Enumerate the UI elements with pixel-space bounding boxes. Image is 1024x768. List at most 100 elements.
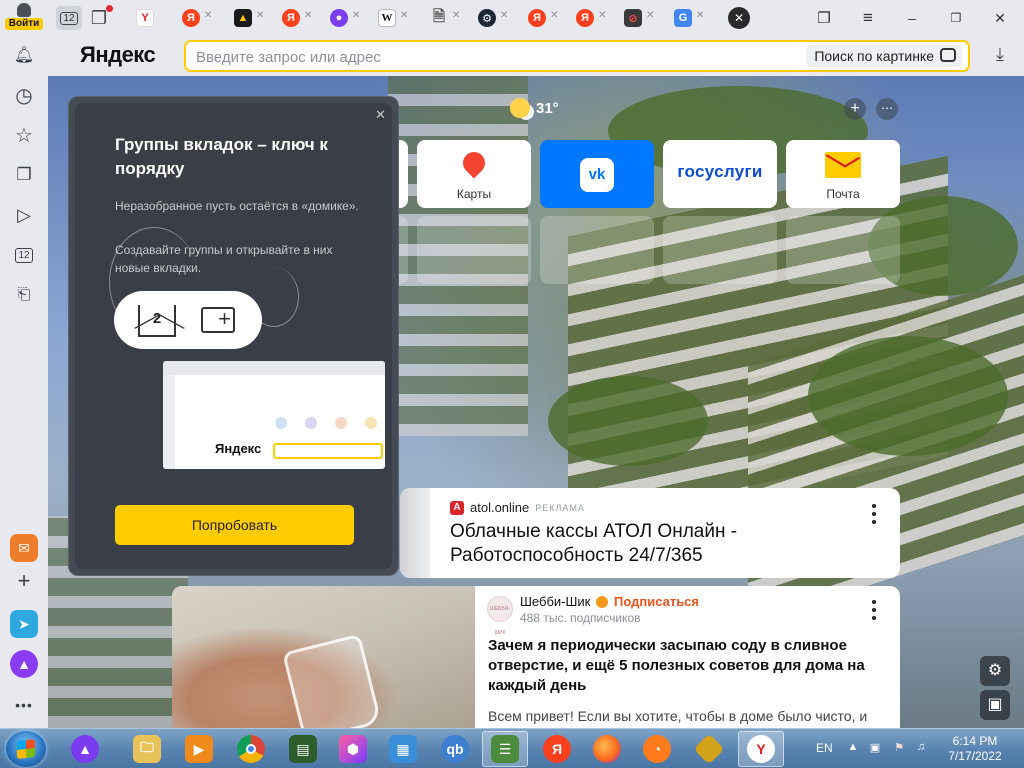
taskbar-network-app[interactable]: ☰	[482, 731, 528, 767]
gallery-image-icon[interactable]: ▣	[980, 690, 1010, 720]
ad-card[interactable]: A atol.online РЕКЛАМА Облачные кассы АТО…	[400, 488, 900, 578]
system-clock[interactable]: 6:14 PM 7/17/2022	[940, 734, 1010, 764]
address-row: Яндекс Поиск по картинке ⤓	[48, 36, 1024, 76]
start-button[interactable]	[6, 731, 46, 767]
screenshot-camera-icon[interactable]: ⎗	[9, 280, 39, 310]
tray-flag-icon[interactable]: ⚑	[892, 741, 906, 755]
bookmarks-star-icon[interactable]: ☆	[9, 120, 39, 150]
subscribe-button[interactable]: Подписаться	[614, 594, 699, 609]
promo-illustration-pill: 2 +	[114, 291, 262, 349]
taskbar-qbittorrent[interactable]: qb	[432, 731, 478, 767]
taskbar-firefox[interactable]	[584, 731, 630, 767]
tile-empty-slot[interactable]	[540, 216, 654, 284]
more-apps-icon[interactable]: •••	[9, 690, 39, 720]
notifications-bell-icon[interactable]: 🔔︎	[9, 40, 39, 70]
tile-empty-slot[interactable]	[417, 216, 531, 284]
image-search-button[interactable]: Поиск по картинке	[806, 45, 962, 67]
tray-network-icon[interactable]: ▣	[868, 741, 882, 755]
tab-google-translate[interactable]: G ✕	[672, 7, 704, 29]
settings-gear-icon[interactable]: ⚙	[980, 656, 1010, 686]
history-clock-icon[interactable]: ◷	[9, 80, 39, 110]
tab-alice[interactable]: ● ✕	[328, 7, 360, 29]
tab-bar: 12 ❐ Y Я ✕ ▲ ✕ Я ✕ ● ✕ W ✕ 🗎︎ ✕ ⚙ ✕ Я ✕ Я ✕ ⊘ ✕ G ✕…	[48, 0, 1024, 36]
minimize-icon[interactable]: –	[900, 6, 924, 30]
taskbar-yandex-browser[interactable]: Y	[738, 731, 784, 767]
yandex-icon: Я	[543, 735, 571, 763]
tile-empty-slot[interactable]	[786, 216, 900, 284]
add-tile-plus-icon[interactable]: +	[844, 98, 866, 120]
taskbar-chrome[interactable]	[228, 731, 274, 767]
taskbar-gem-app[interactable]: ⬢	[330, 731, 376, 767]
new-tab-group-icon[interactable]: ❐	[88, 5, 113, 29]
ad-title[interactable]: Облачные кассы АТОЛ Онлайн - Работоспосо…	[450, 520, 850, 568]
tray-volume-icon[interactable]: ♫	[914, 741, 928, 755]
language-indicator[interactable]: EN	[816, 741, 833, 755]
network-icon: ☰	[491, 735, 519, 763]
more-options-icon[interactable]: ⋯	[876, 98, 898, 120]
tab-yandex-3[interactable]: Я ✕	[280, 7, 312, 29]
messenger-app-icon[interactable]: ➤	[10, 610, 38, 638]
video-play-icon[interactable]: ▷	[9, 200, 39, 230]
atol-logo-icon: A	[450, 500, 464, 515]
taskbar-yandex[interactable]: Я	[534, 731, 580, 767]
preview-tile-dot	[305, 417, 317, 429]
yandex-logo[interactable]: Яндекс	[80, 42, 156, 68]
tab-document[interactable]: 🗎︎ ✕	[428, 7, 460, 29]
tab-yandex-2[interactable]: Я ✕	[180, 7, 212, 29]
channel-avatar[interactable]: ШЕББИ-ШИК	[487, 596, 513, 636]
tab-images[interactable]: ▲ ✕	[232, 7, 264, 29]
tabs-overview-icon[interactable]: ❐	[812, 6, 836, 30]
tab-groups-button[interactable]: 12	[56, 6, 82, 30]
taskbar-game-app[interactable]	[686, 731, 732, 767]
channel-name[interactable]: Шебби-Шик	[520, 594, 590, 609]
download-icon[interactable]: ⤓	[990, 44, 1010, 66]
try-button[interactable]: Попробовать	[115, 505, 354, 545]
tab-yandex[interactable]: Y	[134, 7, 156, 29]
taskbar-explorer[interactable]: 🗀︎	[124, 731, 170, 767]
tab-steam[interactable]: ⚙ ✕	[476, 7, 508, 29]
image-search-label: Поиск по картинке	[814, 48, 934, 64]
omnibox[interactable]: Поиск по картинке	[184, 40, 970, 72]
tabs-counter-label: 12	[15, 247, 33, 263]
tab-blocked-site[interactable]: ⊘ ✕	[622, 7, 654, 29]
search-input[interactable]	[196, 47, 756, 67]
taskbar-alice[interactable]: ▲	[62, 731, 108, 767]
login-button[interactable]: Войти	[4, 3, 44, 33]
restore-window-icon[interactable]: ❐	[944, 6, 968, 30]
promo-text-1: Неразобранное пусть остаётся в «домике».	[115, 199, 359, 213]
close-icon[interactable]: ✕	[375, 107, 386, 123]
ad-menu-kebab-icon[interactable]	[871, 504, 877, 524]
menu-hamburger-icon[interactable]: ≡	[856, 6, 880, 30]
tile-empty-slot[interactable]	[663, 216, 777, 284]
zen-article-card[interactable]: ШЕББИ-ШИК Шебби-Шик Подписаться 488 тыс.…	[172, 586, 900, 728]
tab-yandex-5[interactable]: Я ✕	[574, 7, 606, 29]
alice-assistant-icon[interactable]: ▲	[10, 650, 38, 678]
login-label: Войти	[5, 18, 43, 30]
tab-close-hover-icon[interactable]: ✕	[728, 7, 750, 29]
tabs-counter-button[interactable]: 12	[9, 240, 39, 270]
user-icon	[17, 3, 31, 17]
mail-app-icon[interactable]: ✉	[10, 534, 38, 562]
tab-yandex-4[interactable]: Я ✕	[526, 7, 558, 29]
weather-widget[interactable]: 31°	[510, 98, 559, 118]
taskbar-task-manager[interactable]: ▤	[280, 731, 326, 767]
preview-tab-bar	[163, 361, 385, 375]
taskbar-speedtest[interactable]: ◔	[634, 731, 680, 767]
windows-taskbar: ▲ 🗀︎ ▶ ▤ ⬢ ▦ qb ☰ Я ◔ Y EN ▲ ▣ ⚑ ♫ 6:14 …	[0, 728, 1024, 768]
tray-expand-icon[interactable]: ▲	[846, 741, 860, 755]
add-app-plus-icon[interactable]: +	[9, 566, 39, 596]
collections-icon[interactable]: ❐	[9, 160, 39, 190]
tile-maps[interactable]: Карты	[417, 140, 531, 208]
tab-wikipedia[interactable]: W ✕	[376, 7, 408, 29]
article-title[interactable]: Зачем я периодически засыпаю соду в слив…	[488, 636, 884, 696]
subscriber-count: 488 тыс. подписчиков	[520, 611, 641, 625]
mail-envelope-icon	[825, 146, 861, 178]
tile-vk[interactable]: vk	[540, 140, 654, 208]
tile-mail[interactable]: Почта	[786, 140, 900, 208]
close-window-icon[interactable]: ✕	[988, 6, 1012, 30]
taskbar-media-player[interactable]: ▶	[176, 731, 222, 767]
article-menu-kebab-icon[interactable]	[871, 600, 877, 620]
tile-gosuslugi[interactable]: госуслуги	[663, 140, 777, 208]
chrome-icon	[237, 735, 265, 763]
taskbar-control-panel[interactable]: ▦	[380, 731, 426, 767]
